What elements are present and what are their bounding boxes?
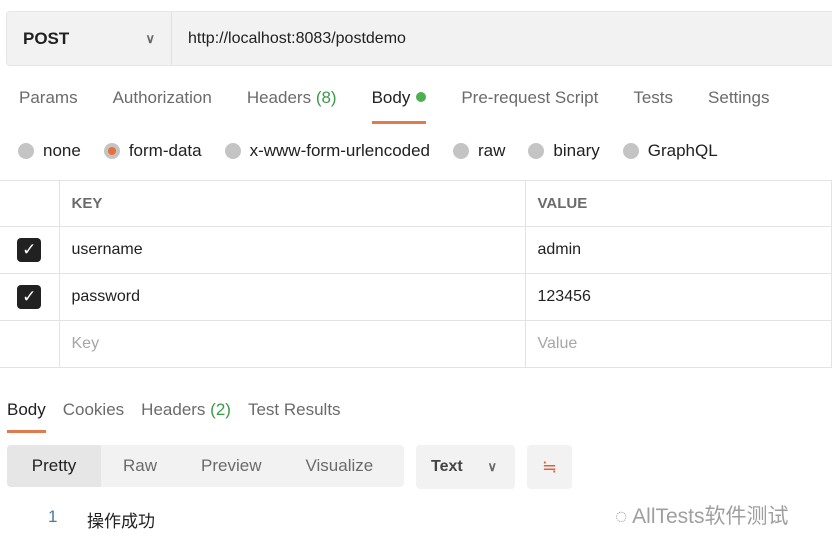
method-select[interactable]: POST ∨ (7, 12, 172, 65)
response-line: 1 操作成功 (48, 507, 155, 532)
radio-icon (18, 143, 34, 159)
tab-params[interactable]: Params (19, 88, 78, 124)
radio-label: none (43, 141, 81, 160)
view-visualize[interactable]: Visualize (283, 445, 395, 487)
radio-icon (622, 143, 639, 159)
table-row: ✓ password 123456 (0, 273, 832, 321)
table-row: ✓ username admin (0, 226, 832, 274)
value-cell[interactable]: 123456 (524, 273, 832, 321)
format-label: Text (431, 458, 463, 475)
checkbox-checked-icon[interactable]: ✓ (17, 285, 42, 309)
url-input[interactable]: http://localhost:8083/postdemo (172, 30, 406, 48)
radio-icon (224, 143, 241, 159)
checkbox-checked-icon[interactable]: ✓ (17, 238, 42, 262)
tab-body[interactable]: Body (371, 88, 427, 124)
radio-label: form-data (128, 141, 202, 160)
table-header: KEY VALUE (0, 180, 832, 227)
view-preview[interactable]: Preview (179, 445, 283, 487)
key-cell[interactable]: username (58, 226, 526, 274)
line-number: 1 (48, 507, 58, 526)
chevron-down-icon: ∨ (487, 459, 497, 474)
radio-label: x-www-form-urlencoded (249, 141, 431, 160)
tab-label: Headers (246, 88, 312, 107)
value-cell[interactable]: admin (524, 226, 832, 274)
wrap-lines-button[interactable]: ≒ (527, 445, 572, 489)
tab-response-headers[interactable]: Headers (2) (141, 400, 231, 433)
key-header: KEY (58, 180, 526, 227)
radio-binary[interactable]: binary (528, 141, 600, 161)
response-tabs: Body Cookies Headers (2) Test Results (7, 400, 358, 433)
chevron-down-icon: ∨ (145, 30, 155, 46)
radio-selected-icon (103, 143, 120, 159)
tab-cookies[interactable]: Cookies (63, 400, 124, 433)
format-select[interactable]: Text ∨ (416, 445, 515, 489)
key-cell[interactable]: password (58, 273, 526, 321)
radio-label: GraphQL (647, 141, 718, 160)
radio-icon (453, 143, 470, 159)
radio-label: raw (478, 141, 506, 160)
value-header: VALUE (524, 180, 832, 227)
body-type-radios: none form-data x-www-form-urlencoded raw… (18, 141, 741, 161)
request-tabs: Params Authorization Headers (8) Body Pr… (19, 88, 804, 124)
watermark: ◌ AllTests软件测试 (615, 505, 789, 528)
tab-tests[interactable]: Tests (633, 88, 673, 124)
radio-raw[interactable]: raw (453, 141, 505, 161)
radio-urlencoded[interactable]: x-www-form-urlencoded (224, 141, 431, 161)
wrap-icon: ≒ (541, 456, 558, 477)
request-bar: POST ∨ http://localhost:8083/postdemo (6, 11, 832, 66)
tab-label: Headers (141, 400, 206, 419)
value-input[interactable]: Value (524, 320, 832, 368)
tab-label: Body (371, 88, 411, 107)
tab-settings[interactable]: Settings (708, 88, 769, 124)
view-pretty[interactable]: Pretty (7, 445, 101, 487)
tab-response-body[interactable]: Body (7, 400, 46, 433)
tab-pre-request-script[interactable]: Pre-request Script (461, 88, 598, 124)
line-text: 操作成功 (87, 512, 155, 531)
status-dot-icon (416, 92, 427, 102)
form-data-table: KEY VALUE ✓ username admin ✓ password 123456 … (0, 180, 832, 368)
method-label: POST (23, 28, 70, 48)
tab-headers[interactable]: Headers (8) (247, 88, 337, 124)
radio-graphql[interactable]: GraphQL (622, 141, 718, 161)
headers-count: (2) (210, 400, 231, 419)
view-mode-switch: Pretty Raw Preview Visualize (7, 445, 404, 487)
table-row-empty: Key Value (0, 320, 832, 368)
key-input[interactable]: Key (58, 320, 526, 368)
radio-none[interactable]: none (18, 141, 81, 161)
tab-test-results[interactable]: Test Results (248, 400, 341, 433)
view-raw[interactable]: Raw (101, 445, 179, 487)
radio-icon (528, 143, 545, 159)
radio-form-data[interactable]: form-data (103, 141, 202, 161)
headers-count: (8) (315, 88, 337, 107)
tab-authorization[interactable]: Authorization (113, 88, 212, 124)
radio-label: binary (553, 141, 600, 160)
